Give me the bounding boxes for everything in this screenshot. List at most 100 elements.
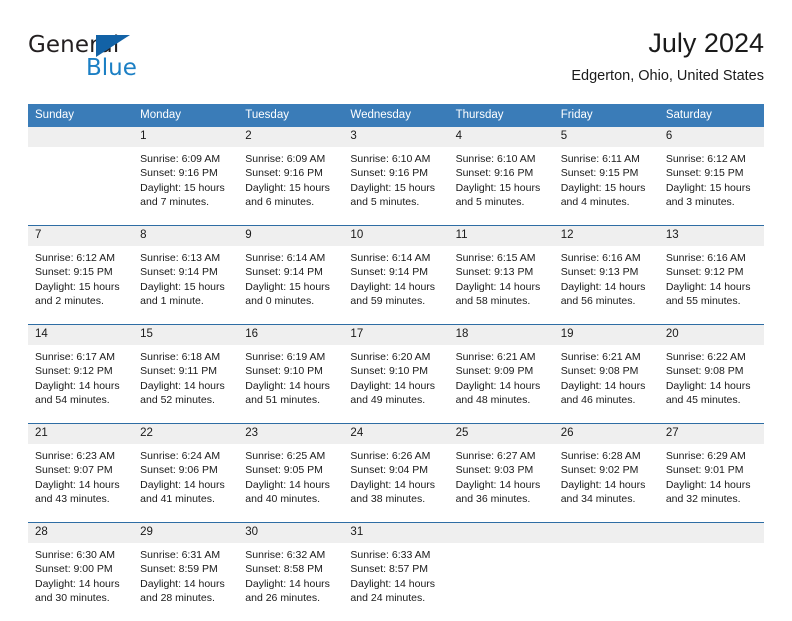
calendar-day-cell[interactable]: 10Sunrise: 6:14 AMSunset: 9:14 PMDayligh… bbox=[343, 226, 448, 325]
day-details: Sunrise: 6:12 AMSunset: 9:15 PMDaylight:… bbox=[28, 246, 133, 324]
sunrise-text: Sunrise: 6:27 AM bbox=[456, 449, 548, 463]
sunset-text: Sunset: 9:13 PM bbox=[561, 265, 653, 279]
daylight-text-line1: Daylight: 14 hours bbox=[666, 478, 758, 492]
day-details: Sunrise: 6:20 AMSunset: 9:10 PMDaylight:… bbox=[343, 345, 448, 423]
sunrise-text: Sunrise: 6:26 AM bbox=[350, 449, 442, 463]
calendar-day-cell[interactable]: 9Sunrise: 6:14 AMSunset: 9:14 PMDaylight… bbox=[238, 226, 343, 325]
daylight-text-line2: and 34 minutes. bbox=[561, 492, 653, 506]
generalblue-logo[interactable]: General Blue bbox=[28, 32, 238, 88]
sunrise-text: Sunrise: 6:14 AM bbox=[350, 251, 442, 265]
day-number: 29 bbox=[133, 523, 238, 543]
sunset-text: Sunset: 9:13 PM bbox=[456, 265, 548, 279]
day-details: Sunrise: 6:19 AMSunset: 9:10 PMDaylight:… bbox=[238, 345, 343, 423]
day-details: Sunrise: 6:21 AMSunset: 9:09 PMDaylight:… bbox=[449, 345, 554, 423]
calendar-day-cell[interactable]: 3Sunrise: 6:10 AMSunset: 9:16 PMDaylight… bbox=[343, 127, 448, 226]
sunset-text: Sunset: 9:16 PM bbox=[350, 166, 442, 180]
daylight-text-line1: Daylight: 15 hours bbox=[35, 280, 127, 294]
sunrise-text: Sunrise: 6:21 AM bbox=[561, 350, 653, 364]
calendar-day-cell[interactable]: 1Sunrise: 6:09 AMSunset: 9:16 PMDaylight… bbox=[133, 127, 238, 226]
calendar-day-cell[interactable]: 17Sunrise: 6:20 AMSunset: 9:10 PMDayligh… bbox=[343, 325, 448, 424]
daylight-text-line2: and 28 minutes. bbox=[140, 591, 232, 605]
sunset-text: Sunset: 9:14 PM bbox=[140, 265, 232, 279]
day-number: 17 bbox=[343, 325, 448, 345]
day-details: Sunrise: 6:25 AMSunset: 9:05 PMDaylight:… bbox=[238, 444, 343, 522]
calendar-day-cell[interactable]: 30Sunrise: 6:32 AMSunset: 8:58 PMDayligh… bbox=[238, 523, 343, 621]
calendar-day-cell[interactable]: 14Sunrise: 6:17 AMSunset: 9:12 PMDayligh… bbox=[28, 325, 133, 424]
calendar-day-cell[interactable]: 12Sunrise: 6:16 AMSunset: 9:13 PMDayligh… bbox=[554, 226, 659, 325]
calendar-day-cell[interactable]: 24Sunrise: 6:26 AMSunset: 9:04 PMDayligh… bbox=[343, 424, 448, 523]
day-details bbox=[28, 147, 133, 225]
daylight-text-line1: Daylight: 14 hours bbox=[456, 379, 548, 393]
daylight-text-line2: and 51 minutes. bbox=[245, 393, 337, 407]
weekday-header-saturday: Saturday bbox=[659, 104, 764, 127]
day-number: 7 bbox=[28, 226, 133, 246]
daylight-text-line2: and 41 minutes. bbox=[140, 492, 232, 506]
calendar-day-cell[interactable]: 19Sunrise: 6:21 AMSunset: 9:08 PMDayligh… bbox=[554, 325, 659, 424]
day-number: 21 bbox=[28, 424, 133, 444]
daylight-text-line1: Daylight: 14 hours bbox=[456, 280, 548, 294]
calendar-week-row: 28Sunrise: 6:30 AMSunset: 9:00 PMDayligh… bbox=[28, 523, 764, 621]
calendar-grid: Sunday Monday Tuesday Wednesday Thursday… bbox=[28, 104, 764, 621]
day-number: 24 bbox=[343, 424, 448, 444]
daylight-text-line2: and 59 minutes. bbox=[350, 294, 442, 308]
calendar-day-cell[interactable]: 4Sunrise: 6:10 AMSunset: 9:16 PMDaylight… bbox=[449, 127, 554, 226]
calendar-day-cell[interactable]: 28Sunrise: 6:30 AMSunset: 9:00 PMDayligh… bbox=[28, 523, 133, 621]
sunrise-text: Sunrise: 6:12 AM bbox=[666, 152, 758, 166]
sunset-text: Sunset: 9:07 PM bbox=[35, 463, 127, 477]
daylight-text-line1: Daylight: 14 hours bbox=[561, 280, 653, 294]
calendar-day-cell[interactable]: 11 Sunrise: 6:15 AMSunset: 9:13 PMDayligh… bbox=[449, 226, 554, 325]
calendar-day-cell[interactable]: 27Sunrise: 6:29 AMSunset: 9:01 PMDayligh… bbox=[659, 424, 764, 523]
calendar-day-cell[interactable]: 29Sunrise: 6:31 AMSunset: 8:59 PMDayligh… bbox=[133, 523, 238, 621]
sunset-text: Sunset: 9:15 PM bbox=[35, 265, 127, 279]
daylight-text-line1: Daylight: 14 hours bbox=[561, 379, 653, 393]
calendar-day-cell[interactable]: 5Sunrise: 6:11 AMSunset: 9:15 PMDaylight… bbox=[554, 127, 659, 226]
weekday-header-tuesday: Tuesday bbox=[238, 104, 343, 127]
calendar-day-cell[interactable]: 8Sunrise: 6:13 AMSunset: 9:14 PMDaylight… bbox=[133, 226, 238, 325]
sunrise-text: Sunrise: 6:19 AM bbox=[245, 350, 337, 364]
calendar-day-cell[interactable]: 22Sunrise: 6:24 AMSunset: 9:06 PMDayligh… bbox=[133, 424, 238, 523]
sunrise-text: Sunrise: 6:31 AM bbox=[140, 548, 232, 562]
day-details bbox=[659, 543, 764, 621]
calendar-day-cell[interactable]: 21Sunrise: 6:23 AMSunset: 9:07 PMDayligh… bbox=[28, 424, 133, 523]
sunrise-text: Sunrise: 6:16 AM bbox=[561, 251, 653, 265]
daylight-text-line1: Daylight: 14 hours bbox=[35, 379, 127, 393]
calendar-page: General Blue July 2024 Edgerton, Ohio, U… bbox=[0, 0, 792, 612]
sunrise-text: Sunrise: 6:15 AM bbox=[456, 251, 548, 265]
day-details: Sunrise: 6:27 AMSunset: 9:03 PMDaylight:… bbox=[449, 444, 554, 522]
daylight-text-line2: and 32 minutes. bbox=[666, 492, 758, 506]
day-details: Sunrise: 6:14 AMSunset: 9:14 PMDaylight:… bbox=[238, 246, 343, 324]
calendar-day-cell[interactable]: 23Sunrise: 6:25 AMSunset: 9:05 PMDayligh… bbox=[238, 424, 343, 523]
daylight-text-line1: Daylight: 15 hours bbox=[561, 181, 653, 195]
daylight-text-line1: Daylight: 14 hours bbox=[140, 577, 232, 591]
calendar-day-cell[interactable]: 25Sunrise: 6:27 AMSunset: 9:03 PMDayligh… bbox=[449, 424, 554, 523]
day-number: 26 bbox=[554, 424, 659, 444]
calendar-day-cell[interactable]: 13Sunrise: 6:16 AMSunset: 9:12 PMDayligh… bbox=[659, 226, 764, 325]
calendar-day-cell[interactable]: 2Sunrise: 6:09 AMSunset: 9:16 PMDaylight… bbox=[238, 127, 343, 226]
day-number: 15 bbox=[133, 325, 238, 345]
daylight-text-line2: and 1 minute. bbox=[140, 294, 232, 308]
daylight-text-line1: Daylight: 14 hours bbox=[666, 280, 758, 294]
daylight-text-line1: Daylight: 14 hours bbox=[666, 379, 758, 393]
calendar-day-cell[interactable]: 26Sunrise: 6:28 AMSunset: 9:02 PMDayligh… bbox=[554, 424, 659, 523]
calendar-day-cell[interactable]: 15Sunrise: 6:18 AMSunset: 9:11 PMDayligh… bbox=[133, 325, 238, 424]
calendar-day-cell[interactable]: 20Sunrise: 6:22 AMSunset: 9:08 PMDayligh… bbox=[659, 325, 764, 424]
sunrise-text: Sunrise: 6:11 AM bbox=[561, 152, 653, 166]
daylight-text-line1: Daylight: 15 hours bbox=[350, 181, 442, 195]
sunset-text: Sunset: 9:15 PM bbox=[666, 166, 758, 180]
calendar-day-cell[interactable]: 16Sunrise: 6:19 AMSunset: 9:10 PMDayligh… bbox=[238, 325, 343, 424]
calendar-day-cell[interactable]: 7Sunrise: 6:12 AMSunset: 9:15 PMDaylight… bbox=[28, 226, 133, 325]
sunrise-text: Sunrise: 6:17 AM bbox=[35, 350, 127, 364]
calendar-table: Sunday Monday Tuesday Wednesday Thursday… bbox=[28, 104, 764, 621]
sunrise-text: Sunrise: 6:24 AM bbox=[140, 449, 232, 463]
calendar-day-cell[interactable]: 6Sunrise: 6:12 AMSunset: 9:15 PMDaylight… bbox=[659, 127, 764, 226]
daylight-text-line2: and 6 minutes. bbox=[245, 195, 337, 209]
calendar-day-cell[interactable]: 31Sunrise: 6:33 AMSunset: 8:57 PMDayligh… bbox=[343, 523, 448, 621]
daylight-text-line2: and 43 minutes. bbox=[35, 492, 127, 506]
day-number: 11 bbox=[449, 226, 554, 246]
day-details: Sunrise: 6:21 AMSunset: 9:08 PMDaylight:… bbox=[554, 345, 659, 423]
calendar-day-cell[interactable]: 18Sunrise: 6:21 AMSunset: 9:09 PMDayligh… bbox=[449, 325, 554, 424]
sunrise-text: Sunrise: 6:23 AM bbox=[35, 449, 127, 463]
sunrise-text: Sunrise: 6:10 AM bbox=[350, 152, 442, 166]
daylight-text-line2: and 7 minutes. bbox=[140, 195, 232, 209]
daylight-text-line1: Daylight: 14 hours bbox=[350, 280, 442, 294]
